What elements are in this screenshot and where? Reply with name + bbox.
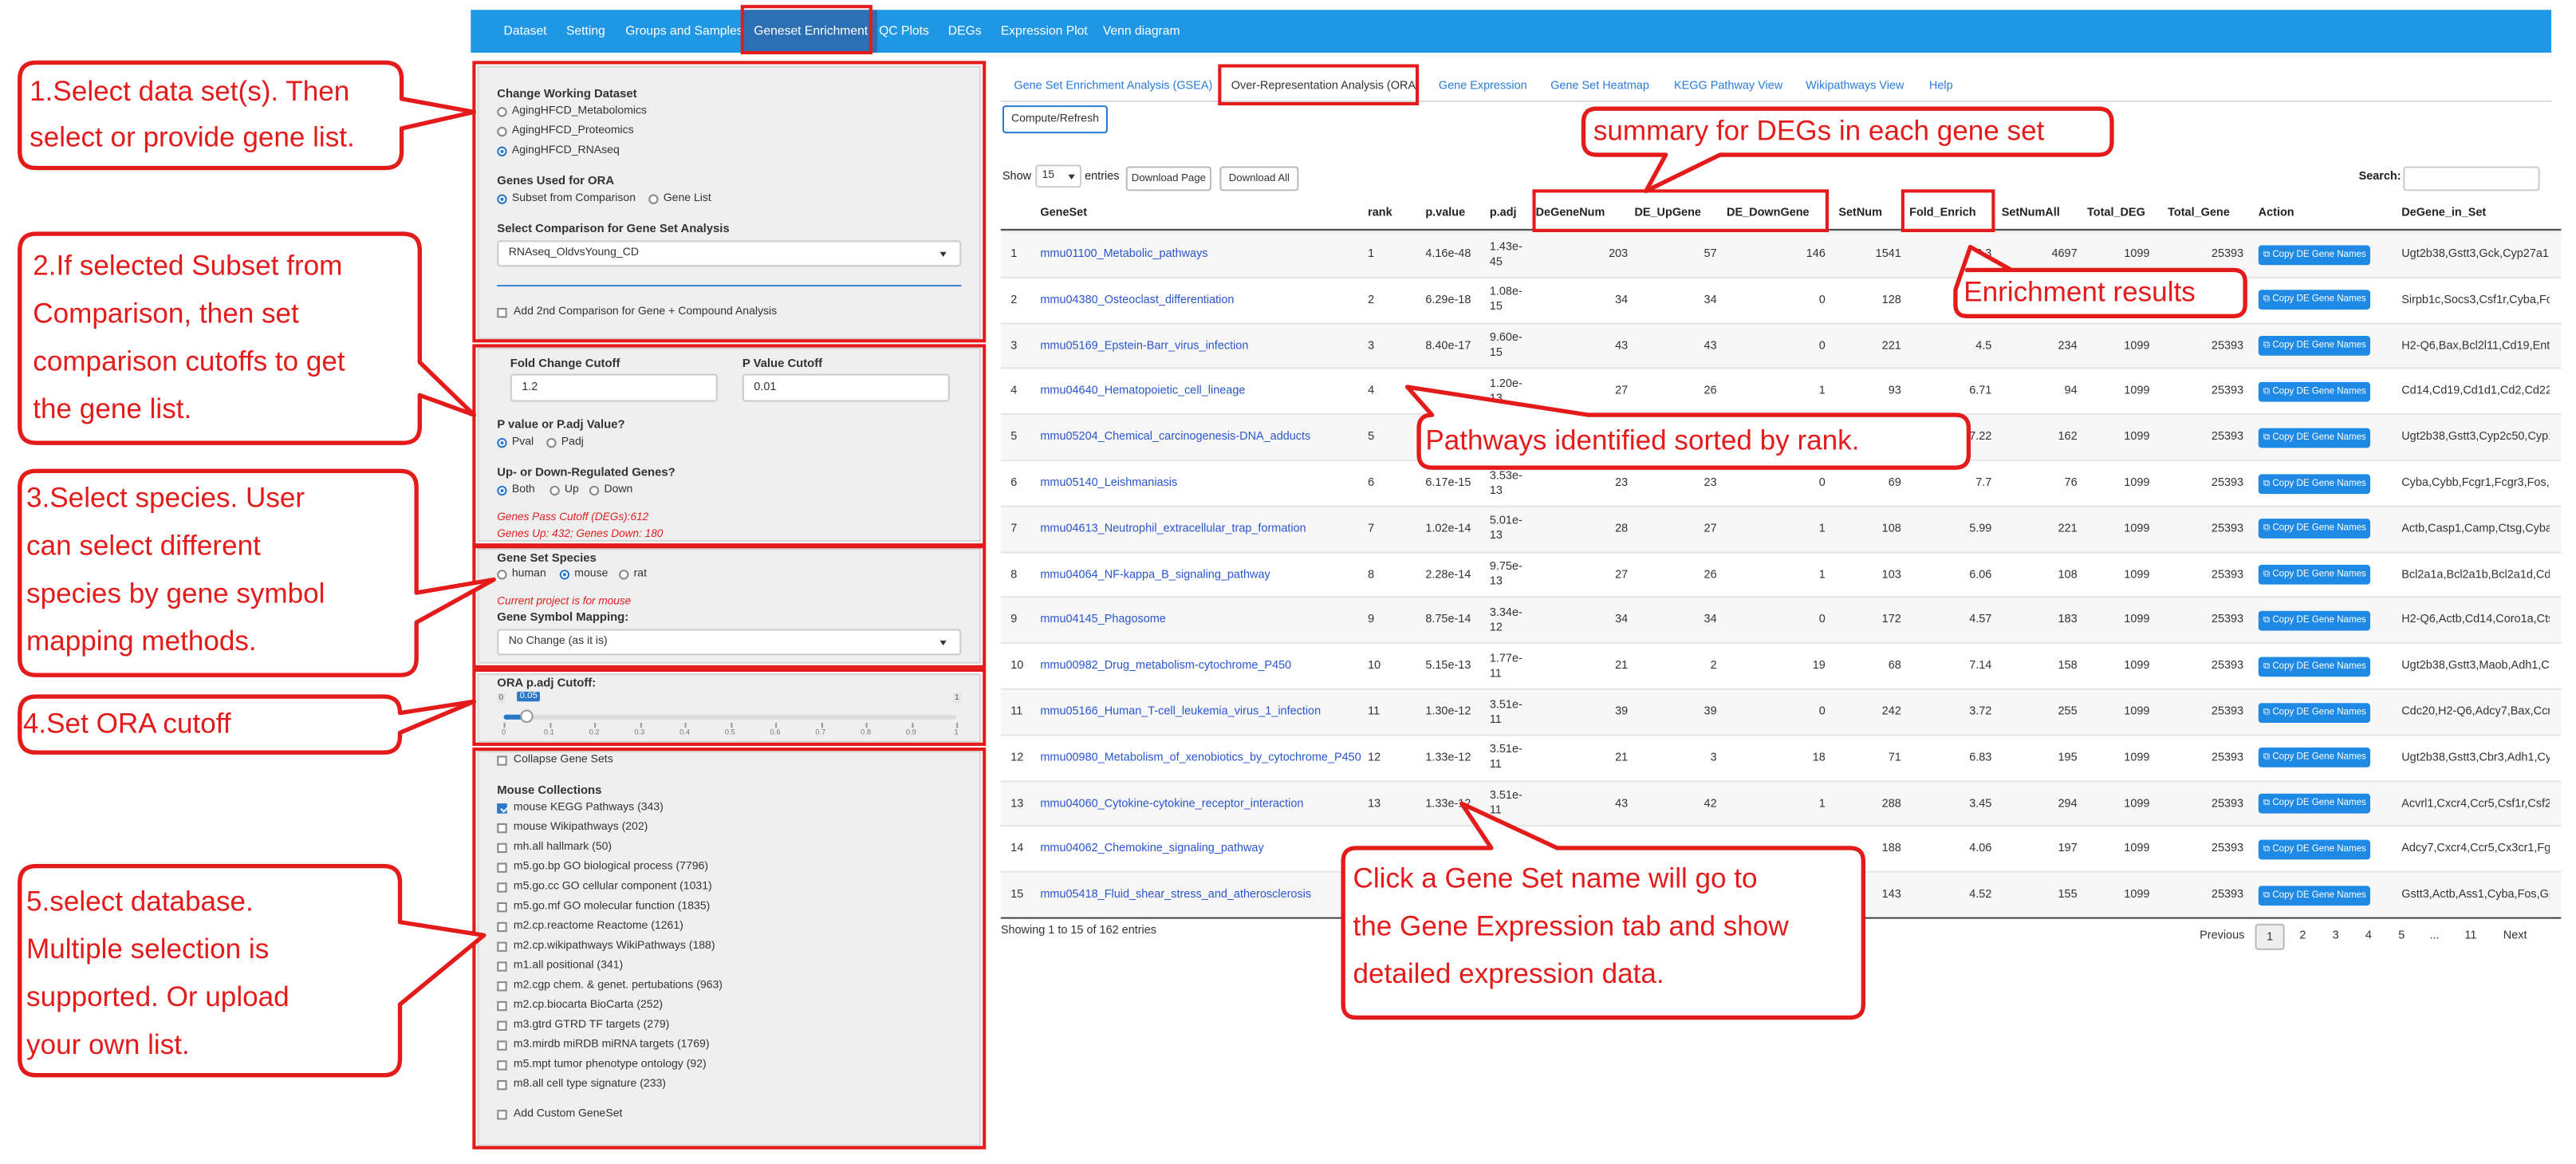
callout-5-line4: your own list. bbox=[26, 1028, 190, 1061]
callout-click-line2: the Gene Expression tab and show bbox=[1353, 910, 1789, 942]
callout-3-line2: can select different bbox=[26, 530, 261, 562]
screenshot-stage: Dataset Setting Groups and Samples Genes… bbox=[0, 0, 2576, 1164]
callout-3-line1: 3.Select species. User bbox=[26, 482, 305, 514]
callout-click-line3: detailed expression data. bbox=[1353, 958, 1664, 990]
callout-2-line3: comparison cutoffs to get bbox=[33, 345, 345, 377]
callout-2-line2: Comparison, then set bbox=[33, 298, 299, 329]
callout-5-line1: 5.select database. bbox=[26, 886, 254, 917]
callout-1-line2: select or provide gene list. bbox=[30, 121, 355, 153]
callout-5-line2: Multiple selection is bbox=[26, 933, 270, 965]
callout-4-text: 4.Set ORA cutoff bbox=[22, 708, 231, 740]
callout-1-line1: 1.Select data set(s). Then bbox=[30, 75, 350, 108]
callout-2-line4: the gene list. bbox=[33, 393, 192, 425]
callout-5-line3: supported. Or upload bbox=[26, 981, 290, 1013]
callout-shapes bbox=[18, 60, 2247, 1078]
callout-2-line1: 2.If selected Subset from bbox=[33, 250, 343, 282]
callout-click-line1: Click a Gene Set name will go to bbox=[1353, 862, 1758, 894]
callout-pathways-text: Pathways identified sorted by rank. bbox=[1425, 424, 1860, 456]
callout-3-line3: species by gene symbol bbox=[26, 578, 325, 610]
callout-summary-text: summary for DEGs in each gene set bbox=[1593, 115, 2045, 147]
callout-enrichment-text: Enrichment results bbox=[1964, 276, 2196, 308]
callout-3-line4: mapping methods. bbox=[26, 625, 257, 657]
